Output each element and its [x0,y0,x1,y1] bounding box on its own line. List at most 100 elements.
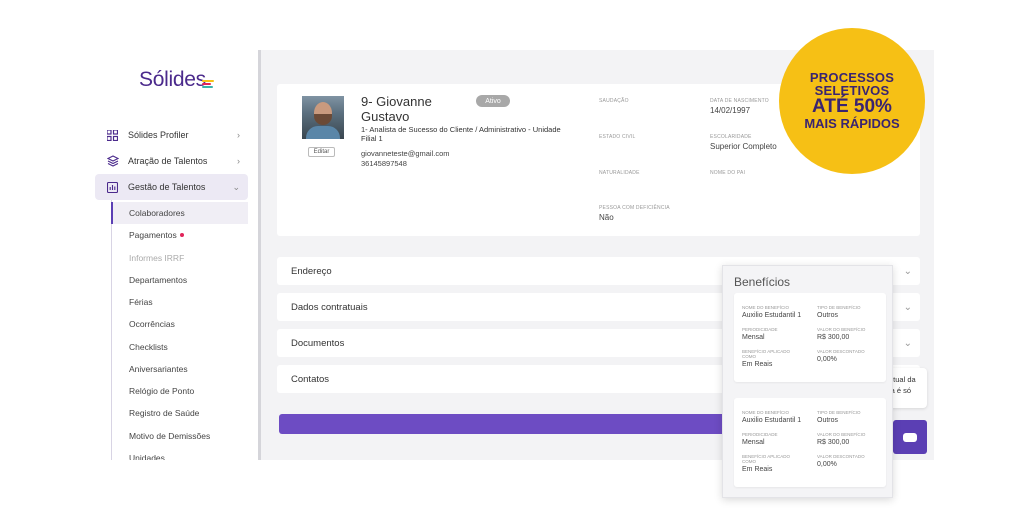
bfield-value: Mensal [742,439,765,446]
bfield-valor: Valor do benefício R$ 300,00 [817,327,865,341]
employee-role: 1- Analista de Sucesso do Cliente / Admi… [361,125,561,143]
sub-item-departamentos[interactable]: Departamentos [111,269,248,291]
field-nome-pai: Nome do pai [710,170,745,178]
layers-icon [106,155,119,168]
bfield-value: Outros [817,312,839,319]
field-label: Data de nascimento [710,98,769,104]
chat-icon [903,432,917,442]
bfield-value: 0,00% [817,461,837,468]
bfield-label: Periodicidade [742,432,778,437]
grid-icon [106,129,119,142]
bfield-label: Nome do benefício [742,410,790,415]
promo-highlight: ATÉ 50% [812,96,892,117]
field-label: Pessoa com deficiência [599,205,670,211]
bfield-aplicado: Benefício aplicado como Em Reais [742,454,802,473]
bfield-label: Valor descontado [817,454,865,459]
sub-item-checklists[interactable]: Checklists [111,336,248,358]
bfield-label: Tipo de benefício [817,305,861,310]
bfield-value: R$ 300,00 [817,439,850,446]
sub-item-relogio-ponto[interactable]: Relógio de Ponto [111,380,248,402]
field-label: Escolaridade [710,134,752,140]
sub-item-pagamentos[interactable]: Pagamentos [111,224,248,246]
bfield-valor: Valor do benefício R$ 300,00 [817,432,865,446]
chevron-down-icon: ⌄ [903,265,912,277]
status-badge: Ativo [476,95,510,107]
beneficio-card: Nome do benefício Auxilio Estudantil 1 T… [734,398,886,487]
sidebar: Sólides Sólides Profiler › Atração de Ta… [95,50,258,460]
promo-badge: PROCESSOS SELETIVOS ATÉ 50% MAIS RÁPIDOS [779,28,925,174]
field-deficiencia: Pessoa com deficiência Não [599,205,670,222]
menu-item-label: Sólides Profiler [128,130,189,140]
sub-item-motivo-demissoes[interactable]: Motivo de Demissões [111,425,248,447]
field-value: Não [599,213,614,222]
edit-button[interactable]: Editar [308,147,335,157]
bfield-label: Periodicidade [742,327,778,332]
sub-item-label: Pagamentos [129,230,177,240]
menu-item-label: Gestão de Talentos [128,182,206,192]
field-saudacao: Saudação [599,98,629,106]
bfield-label: Valor do benefício [817,432,866,437]
field-nascimento: Data de nascimento 14/02/1997 [710,98,769,115]
chat-message-bubble[interactable]: ntual da la é só [889,368,927,408]
field-escolaridade: Escolaridade Superior Completo [710,134,777,151]
field-naturalidade: Naturalidade [599,170,640,178]
section-title: Endereço [291,265,332,277]
bfield-value: R$ 300,00 [817,334,850,341]
chevron-down-icon: ⌄ [903,337,912,349]
sub-item-ferias[interactable]: Férias [111,291,248,313]
bfield-value: Auxilio Estudantil 1 [742,312,802,319]
menu-item-gestao-talentos[interactable]: Gestão de Talentos ⌄ [95,174,248,200]
sub-item-colaboradores[interactable]: Colaboradores [111,202,248,224]
promo-line: MAIS RÁPIDOS [804,116,900,131]
bfield-label: Benefício aplicado como [742,349,791,359]
beneficios-panel: Benefícios Nome do benefício Auxilio Est… [722,265,893,498]
sub-item-registro-saude[interactable]: Registro de Saúde [111,402,248,424]
field-label: Saudação [599,98,629,104]
bfield-tipo: Tipo de benefício Outros [817,410,861,424]
field-label: Naturalidade [599,170,640,176]
menu-item-atracao-talentos[interactable]: Atração de Talentos › [95,148,248,174]
bfield-value: Auxilio Estudantil 1 [742,417,802,424]
bfield-label: Nome do benefício [742,305,790,310]
field-value: Superior Completo [710,142,777,151]
sub-item-aniversariantes[interactable]: Aniversariantes [111,358,248,380]
bfield-value: Outros [817,417,839,424]
menu-item-solides-profiler[interactable]: Sólides Profiler › [95,122,248,148]
bfield-periodicidade: Periodicidade Mensal [742,432,778,446]
field-label: Estado civil [599,134,636,140]
employee-email: giovanneteste@gmail.com [361,149,450,158]
bfield-desconto: Valor descontado 0,00% [817,454,865,468]
field-value: 14/02/1997 [710,106,751,115]
bfield-label: Valor descontado [817,349,865,354]
bfield-nome: Nome do benefício Auxilio Estudantil 1 [742,410,801,424]
bfield-desconto: Valor descontado 0,00% [817,349,865,363]
section-title: Contatos [291,373,330,385]
bfield-value: 0,00% [817,356,837,363]
chevron-down-icon: ⌄ [903,301,912,313]
sub-item-unidades[interactable]: Unidades [111,447,248,460]
bfield-nome: Nome do benefício Auxilio Estudantil 1 [742,305,801,319]
bfield-label: Valor do benefício [817,327,866,332]
bfield-value: Em Reais [742,466,773,473]
chat-line: ntual da [889,375,916,384]
bfield-label: Tipo de benefício [817,410,861,415]
field-estado-civil: Estado civil [599,134,635,142]
section-title: Dados contratuais [291,301,368,313]
beneficio-card: Nome do benefício Auxilio Estudantil 1 T… [734,293,886,382]
bfield-value: Mensal [742,334,765,341]
chat-button[interactable] [893,420,927,454]
chat-line: la é só [889,386,912,395]
field-label: Nome do pai [710,170,746,176]
employee-name: 9- Giovanne Gustavo [361,94,432,124]
bfield-value: Em Reais [742,361,773,368]
solides-logo[interactable]: Sólides [139,68,206,92]
chevron-right-icon: › [237,156,240,166]
bfield-tipo: Tipo de benefício Outros [817,305,861,319]
primary-action-bar[interactable] [279,414,739,434]
chevron-right-icon: › [237,130,240,140]
logo-bars-icon [202,80,214,89]
sub-item-informes-irrf: Informes IRRF [129,253,185,263]
bfield-periodicidade: Periodicidade Mensal [742,327,778,341]
sub-item-ocorrencias[interactable]: Ocorrências [111,313,248,335]
section-title: Documentos [291,337,345,349]
